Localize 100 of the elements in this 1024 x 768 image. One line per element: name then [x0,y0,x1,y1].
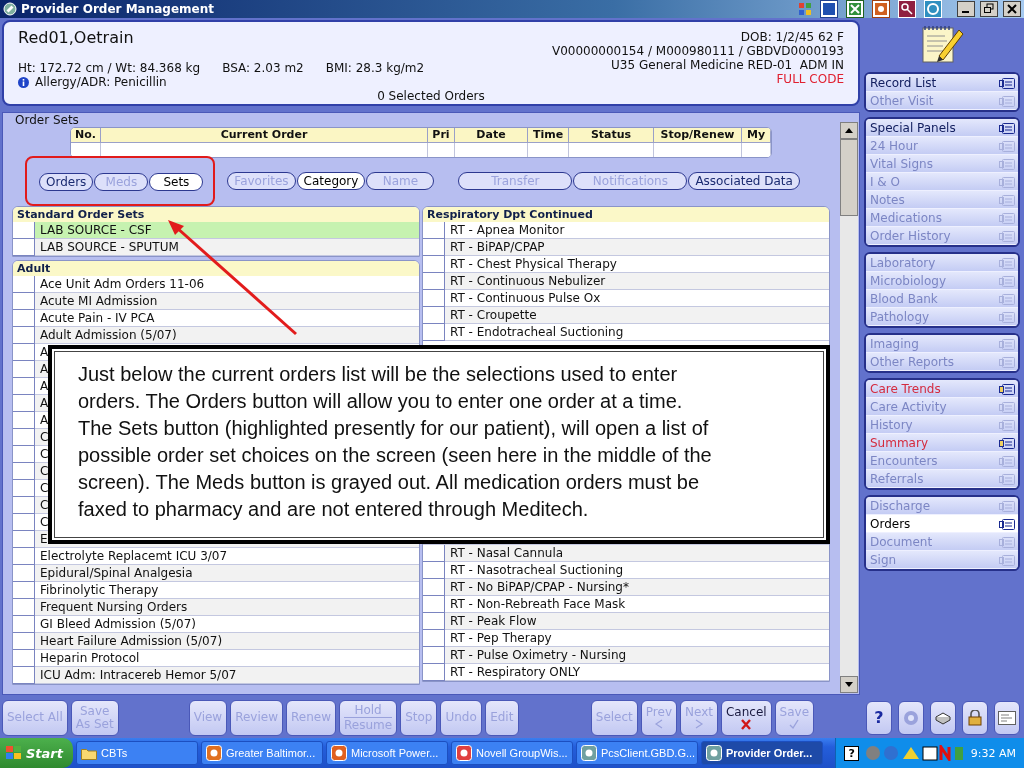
checkbox[interactable] [423,647,445,664]
nav-item[interactable]: Record List [866,74,1018,92]
minimize-icon[interactable] [957,1,975,17]
checkbox[interactable] [13,395,35,412]
checkbox[interactable] [13,497,35,514]
list-item[interactable]: RT - Peak Flow [450,614,537,628]
nav-item[interactable]: Care Trends [866,380,1018,398]
checkbox[interactable] [423,307,445,324]
filter-button[interactable]: Associated Data [688,172,800,190]
checkbox[interactable] [423,273,445,290]
checkbox[interactable] [13,616,35,633]
list-item[interactable]: E [40,532,48,546]
checkbox[interactable] [423,630,445,647]
nav-item[interactable]: Summary [866,434,1018,452]
checkbox[interactable] [423,664,445,681]
checkbox[interactable] [13,361,35,378]
windows-icon[interactable] [798,2,812,16]
tray-icons[interactable] [864,745,965,761]
checkbox[interactable] [13,276,35,293]
checkbox[interactable] [13,310,35,327]
help-button[interactable]: ? [866,700,892,735]
checkbox[interactable] [13,378,35,395]
list-item[interactable]: A [40,413,49,427]
list-item[interactable]: RT - Nasotracheal Suctioning [450,563,624,577]
list-item[interactable]: GI Bleed Admission (5/07) [40,617,196,631]
nav-item[interactable]: Special Panels [866,119,1018,137]
checkbox[interactable] [13,667,35,684]
list-item[interactable]: Heparin Protocol [40,651,140,665]
list-item[interactable]: RT - Pep Therapy [450,631,552,645]
list-item[interactable]: RT - Endotracheal Suctioning [450,325,624,339]
checkbox[interactable] [423,562,445,579]
action-button[interactable]: Cancel [720,699,772,736]
checkbox[interactable] [13,327,35,344]
checkbox[interactable] [423,324,445,341]
list-item[interactable]: A [40,396,49,410]
checkbox[interactable] [13,650,35,667]
list-item[interactable]: Fibrinolytic Therapy [40,583,159,597]
lock-button[interactable] [962,700,988,735]
checkbox[interactable] [13,344,35,361]
list-item[interactable]: RT - Croupette [450,308,537,322]
list-item[interactable]: C [40,498,49,512]
checkbox[interactable] [13,222,35,239]
checkbox[interactable] [13,412,35,429]
presentation-icon[interactable] [872,0,890,18]
help-icon[interactable]: ? [844,745,859,761]
list-item[interactable]: RT - Apnea Monitor [450,223,565,237]
filter-button[interactable]: Orders [39,173,94,191]
record-button[interactable] [898,700,924,735]
checkbox[interactable] [13,239,35,256]
list-item[interactable]: RT - Continuous Pulse Ox [450,291,601,305]
checkbox[interactable] [13,463,35,480]
close-icon[interactable] [1003,1,1021,17]
filter-button[interactable]: Category [296,172,366,190]
checkbox[interactable] [423,545,445,562]
checkbox[interactable] [13,599,35,616]
checkbox[interactable] [423,579,445,596]
taskbar-button[interactable]: CBTs [76,741,198,765]
checkbox[interactable] [423,239,445,256]
list-item[interactable]: Acute Pain - IV PCA [40,311,155,325]
checkbox[interactable] [423,613,445,630]
taskbar-button[interactable]: Greater Baltimor... [201,741,323,765]
list-item[interactable]: Electrolyte Replacemt ICU 3/07 [40,549,228,563]
taskbar-button[interactable]: Microsoft Power... [326,741,448,765]
list-item[interactable]: RT - Non-Rebreath Face Mask [450,597,626,611]
list-item[interactable]: RT - Chest Physical Therapy [450,257,617,271]
checkbox[interactable] [13,514,35,531]
scrollbar[interactable] [840,122,858,693]
checkbox[interactable] [423,290,445,307]
list-item[interactable]: A [40,379,49,393]
list-item[interactable]: C [40,430,49,444]
checkbox[interactable] [13,480,35,497]
list-item[interactable]: Ace Unit Adm Orders 11-06 [40,277,205,291]
checkbox[interactable] [13,293,35,310]
checkbox[interactable] [13,429,35,446]
taskbar-button[interactable]: Novell GroupWis... [451,741,573,765]
list-item[interactable]: A [40,362,49,376]
card-button[interactable] [994,700,1020,735]
list-item[interactable]: A [40,345,49,359]
printer-button[interactable] [930,700,956,735]
filter-button[interactable]: Sets [149,173,204,191]
list-item[interactable]: C [40,464,49,478]
list-item[interactable]: C [40,447,49,461]
nav-item[interactable]: Orders [866,515,1018,533]
checkbox[interactable] [13,548,35,565]
taskbar-button[interactable]: Provider Order... [701,741,823,765]
checkbox[interactable] [13,582,35,599]
checkbox[interactable] [423,596,445,613]
checkbox[interactable] [13,633,35,650]
checkbox[interactable] [13,446,35,463]
document-icon[interactable] [820,0,838,18]
list-item[interactable]: C [40,481,49,495]
checkbox[interactable] [13,531,35,548]
checkbox[interactable] [423,256,445,273]
restore-icon[interactable] [980,1,998,17]
taskbar-button[interactable]: PcsClient.GBD.G... [576,741,698,765]
checkbox[interactable] [13,565,35,582]
list-item[interactable]: C [40,515,49,529]
browser-icon[interactable] [924,0,942,18]
spreadsheet-icon[interactable] [846,0,864,18]
list-item[interactable]: RT - Respiratory ONLY [450,665,581,679]
